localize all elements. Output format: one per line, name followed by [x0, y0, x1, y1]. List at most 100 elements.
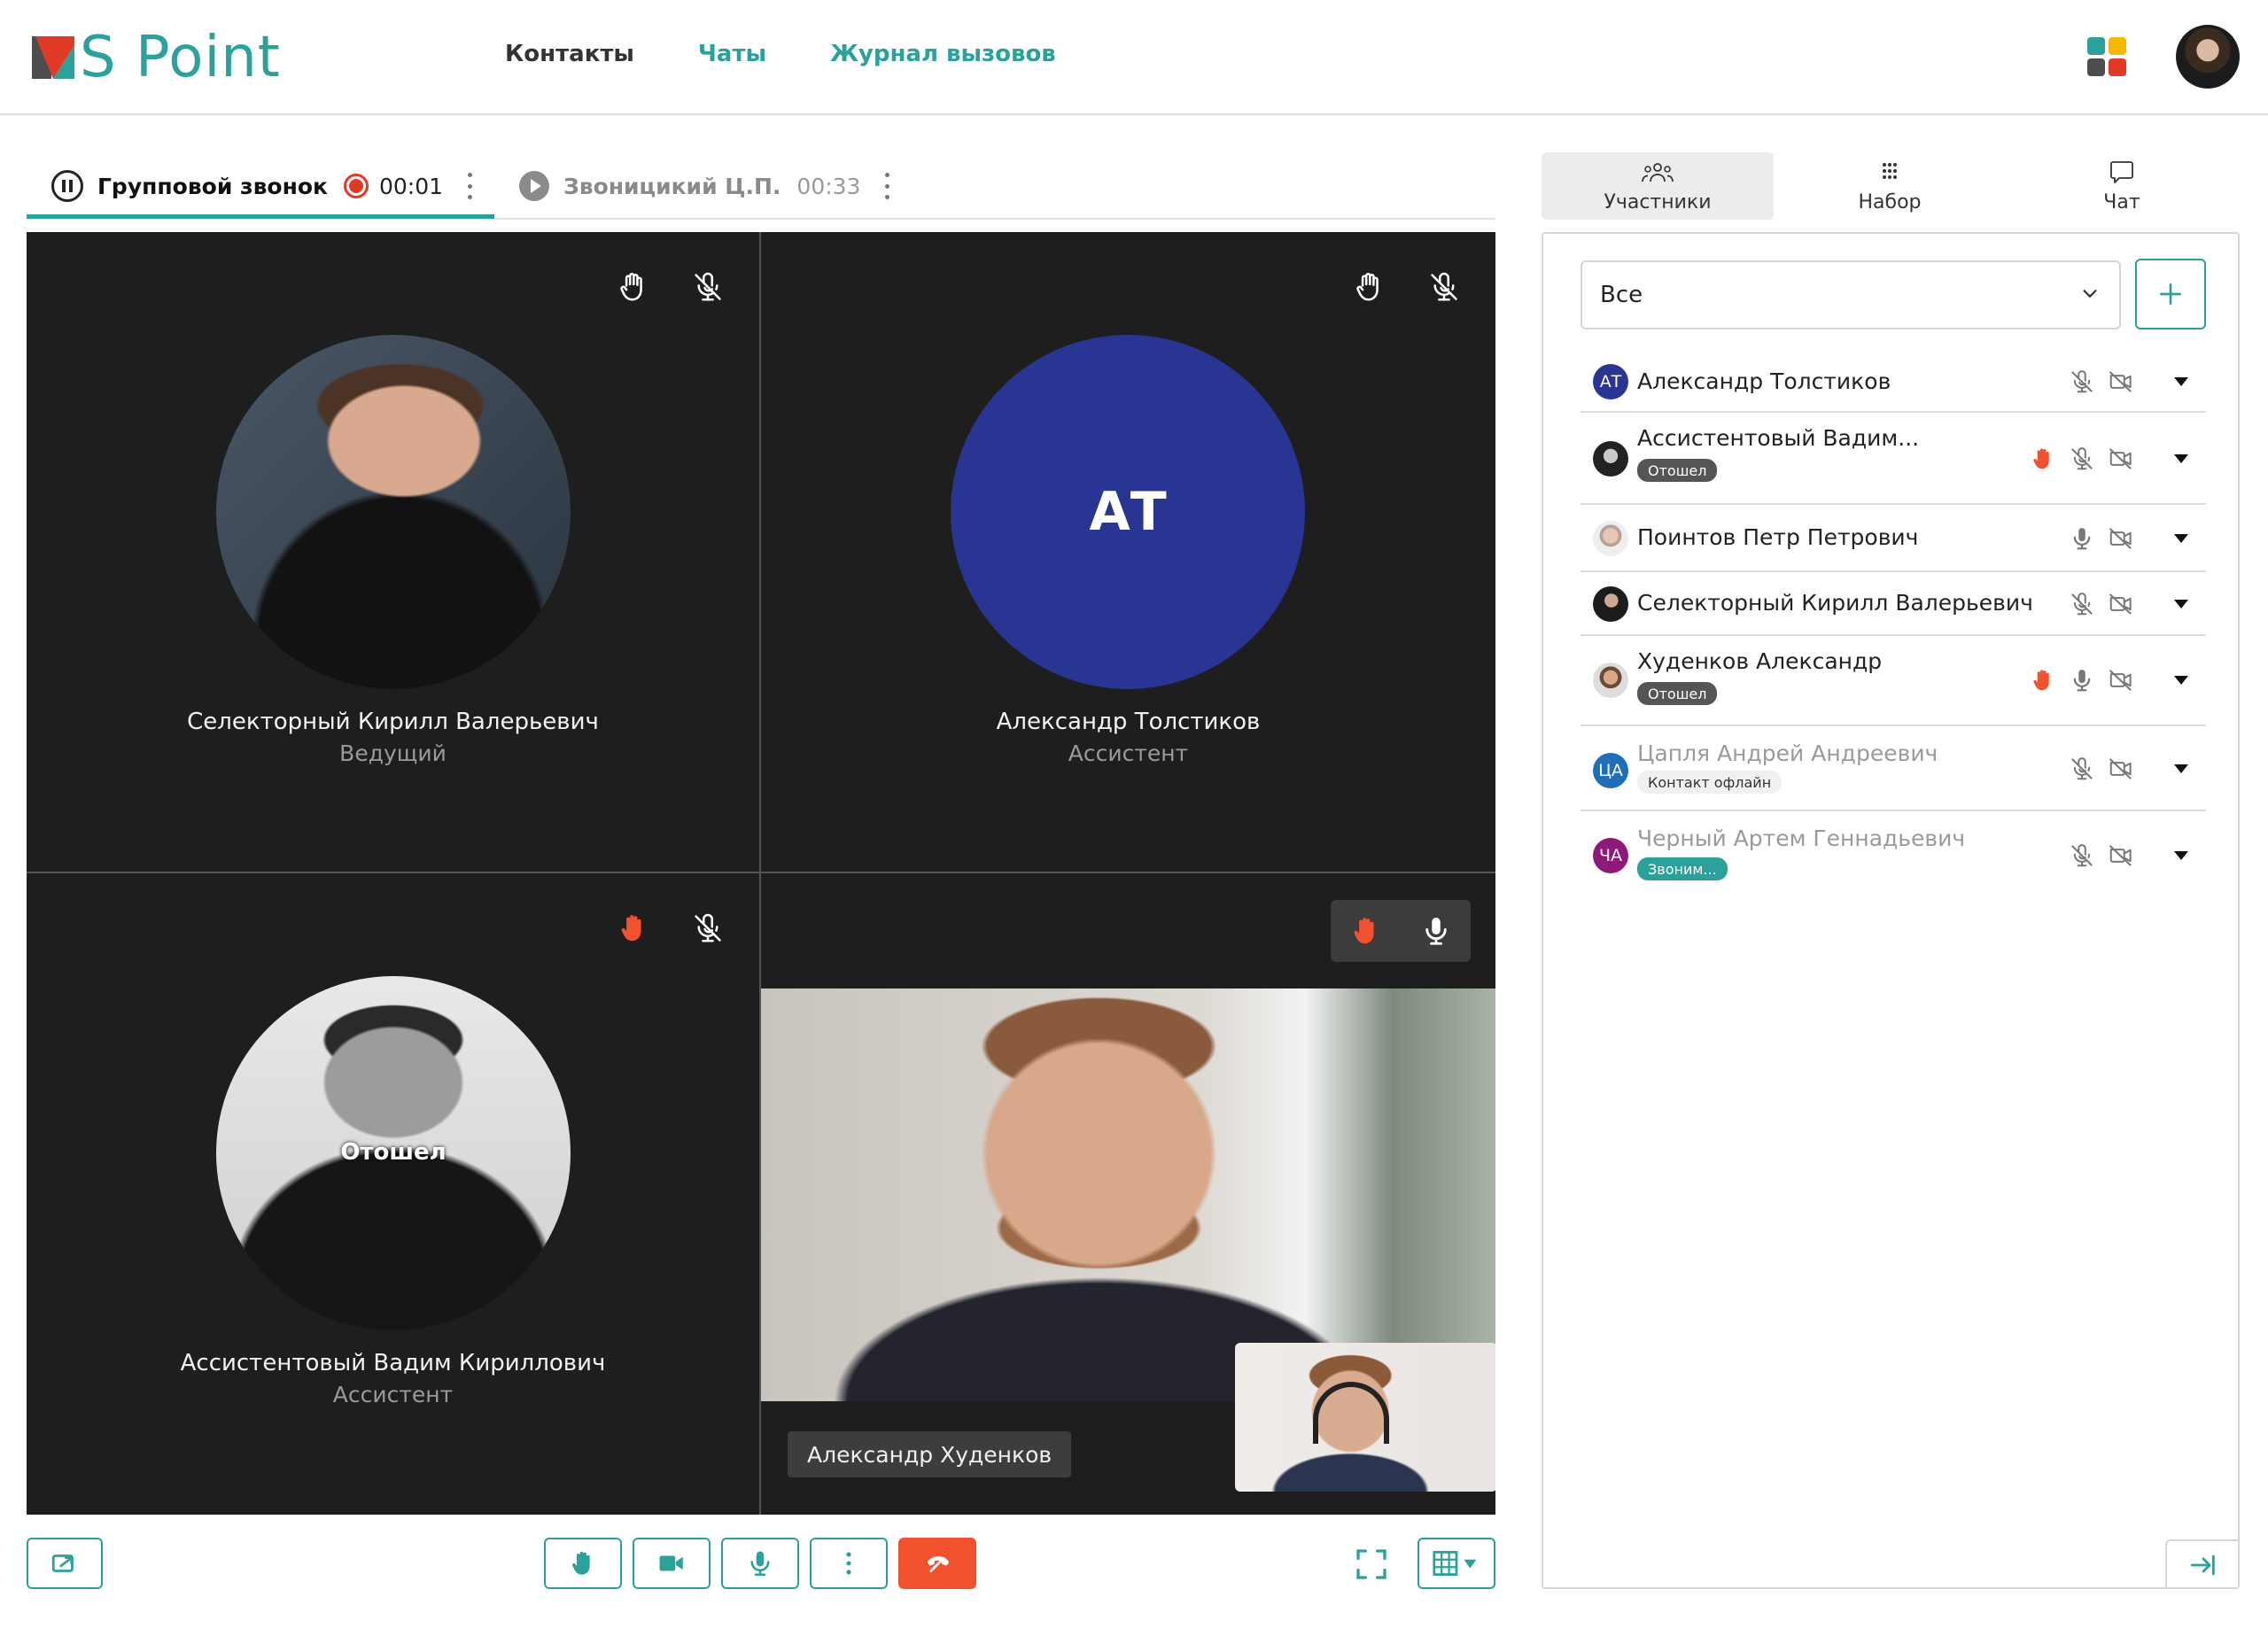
participant-name: Селекторный Кирилл Валерьевич — [1637, 590, 2033, 616]
layout-button[interactable] — [1418, 1538, 1495, 1589]
self-view-video[interactable] — [1235, 1343, 1495, 1492]
nav-chats[interactable]: Чаты — [698, 41, 766, 67]
collapse-panel-button[interactable] — [2165, 1539, 2240, 1589]
collapse-right-icon — [2190, 1554, 2215, 1576]
participant-tile-video[interactable]: Александр Худенков — [761, 873, 1495, 1515]
participant-list: АТ Александр Толстиков Ассистентовый Вад… — [1581, 351, 2206, 896]
call-tab-group[interactable]: Групповой звонок 00:01 — [51, 168, 473, 204]
chevron-down-icon — [2083, 290, 2097, 298]
tab-label: Чат — [2103, 190, 2140, 213]
raised-hand-icon — [2029, 666, 2057, 694]
tab-label: Участники — [1604, 190, 1712, 213]
call-tab-time: 00:33 — [796, 173, 861, 199]
end-call-button[interactable] — [898, 1538, 976, 1589]
top-header: S Point Контакты Чаты Журнал вызовов — [0, 0, 2268, 115]
participant-role: Ассистент — [1068, 740, 1189, 766]
hang-up-icon — [928, 1556, 949, 1572]
hand-icon — [568, 1548, 598, 1578]
participant-row[interactable]: АТ Александр Толстиков — [1581, 351, 2206, 413]
participant-row[interactable]: Худенков Александр Отошел — [1581, 636, 2206, 726]
call-tab-held[interactable]: Звоницикий Ц.П. 00:33 — [519, 168, 890, 204]
camera-off-icon — [2107, 590, 2135, 618]
play-icon[interactable] — [519, 171, 549, 201]
side-panel-tabs: Участники Набор Чат — [1542, 152, 2240, 221]
more-options-button[interactable] — [810, 1538, 888, 1589]
call-tab-menu-icon[interactable] — [466, 173, 473, 199]
call-tab-title: Групповой звонок — [97, 173, 328, 199]
participant-name: Ассистентовый Вадим... — [1637, 425, 1920, 451]
participant-tile[interactable]: Селекторный Кирилл Валерьевич Ведущий — [27, 232, 759, 872]
mic-off-icon[interactable] — [690, 269, 726, 305]
mic-icon[interactable] — [1418, 913, 1454, 949]
tab-chat[interactable]: Чат — [2006, 152, 2238, 220]
logo[interactable]: S Point — [32, 27, 281, 89]
row-menu-caret-icon[interactable] — [2174, 764, 2188, 773]
dialpad-icon — [1883, 162, 1897, 179]
row-menu-caret-icon[interactable] — [2174, 676, 2188, 685]
participant-row[interactable]: ЦА Цапля Андрей Андреевич Контакт офлайн — [1581, 726, 2206, 811]
participant-row[interactable]: Селекторный Кирилл Валерьевич — [1581, 572, 2206, 636]
participant-video — [761, 988, 1495, 1401]
nav-call-log[interactable]: Журнал вызовов — [830, 41, 1056, 67]
share-screen-button[interactable] — [27, 1538, 103, 1589]
participant-tile[interactable]: АТ Александр Толстиков Ассистент — [761, 232, 1495, 872]
mic-off-icon — [2068, 590, 2096, 618]
participant-row[interactable]: ЧА Черный Артем Геннадьевич Звоним... — [1581, 811, 2206, 896]
fullscreen-icon[interactable] — [1354, 1547, 1389, 1582]
tab-dialpad[interactable]: Набор — [1774, 152, 2006, 220]
mic-off-icon — [2068, 368, 2096, 396]
call-tabs: Групповой звонок 00:01 Звоницикий Ц.П. 0… — [27, 151, 1495, 220]
avatar-initials: АТ — [1089, 481, 1167, 543]
grid-layout-icon — [1433, 1551, 1477, 1576]
raise-hand-button[interactable] — [544, 1538, 622, 1589]
mic-off-icon[interactable] — [1426, 269, 1462, 305]
row-menu-caret-icon[interactable] — [2174, 851, 2188, 860]
row-menu-caret-icon[interactable] — [2174, 454, 2188, 463]
camera-icon — [656, 1548, 687, 1578]
participant-name: Селекторный Кирилл Валерьевич — [187, 709, 599, 735]
mic-off-icon — [2068, 755, 2096, 783]
mic-icon — [745, 1548, 775, 1578]
row-menu-caret-icon[interactable] — [2174, 377, 2188, 386]
add-participant-button[interactable] — [2135, 259, 2206, 329]
pause-icon[interactable] — [51, 170, 83, 202]
camera-off-icon — [2107, 841, 2135, 870]
participants-filter-select[interactable]: Все — [1581, 260, 2121, 329]
microphone-button[interactable] — [721, 1538, 799, 1589]
tab-participants[interactable]: Участники — [1542, 152, 1774, 220]
participant-avatar: АТ — [951, 335, 1305, 689]
row-menu-caret-icon[interactable] — [2174, 534, 2188, 543]
participant-name: Александр Толстиков — [1637, 368, 1891, 394]
raised-hand-icon[interactable] — [616, 911, 651, 946]
user-avatar[interactable] — [2176, 25, 2240, 89]
apps-grid-icon[interactable] — [2087, 37, 2126, 76]
call-tab-time: 00:01 — [379, 173, 444, 199]
raise-hand-icon[interactable] — [616, 269, 651, 305]
mic-icon — [2068, 666, 2096, 694]
camera-button[interactable] — [633, 1538, 711, 1589]
plus-icon — [2160, 283, 2181, 305]
participant-row[interactable]: Ассистентовый Вадим... Отошел — [1581, 413, 2206, 505]
raise-hand-icon[interactable] — [1352, 269, 1387, 305]
participant-name: Черный Артем Геннадьевич — [1637, 826, 1966, 851]
row-menu-caret-icon[interactable] — [2174, 600, 2188, 609]
participant-name: Ассистентовый Вадим Кириллович — [180, 1350, 606, 1376]
participant-name: Поинтов Петр Петрович — [1637, 524, 1919, 550]
call-tab-menu-icon[interactable] — [883, 173, 890, 199]
participants-icon — [1642, 162, 1674, 182]
call-tab-title: Звоницикий Ц.П. — [563, 173, 781, 199]
camera-off-icon — [2107, 524, 2135, 553]
nav-contacts[interactable]: Контакты — [505, 41, 634, 67]
participant-tile[interactable]: Отошел Ассистентовый Вадим Кириллович Ас… — [27, 873, 759, 1515]
raised-hand-icon[interactable] — [1348, 913, 1384, 949]
status-badge: Контакт офлайн — [1637, 771, 1783, 794]
mic-off-icon[interactable] — [690, 911, 726, 946]
video-grid: Селекторный Кирилл Валерьевич Ведущий АТ… — [27, 232, 1495, 1515]
participant-name: Цапля Андрей Андреевич — [1637, 740, 1938, 766]
chat-icon — [2110, 160, 2133, 183]
status-badge: Звоним... — [1637, 857, 1728, 880]
participant-avatar — [216, 335, 571, 689]
logo-text: S Point — [80, 25, 281, 90]
participant-row[interactable]: Поинтов Петр Петрович — [1581, 505, 2206, 572]
app-window: S Point Контакты Чаты Журнал вызовов Гру… — [0, 0, 2268, 1628]
